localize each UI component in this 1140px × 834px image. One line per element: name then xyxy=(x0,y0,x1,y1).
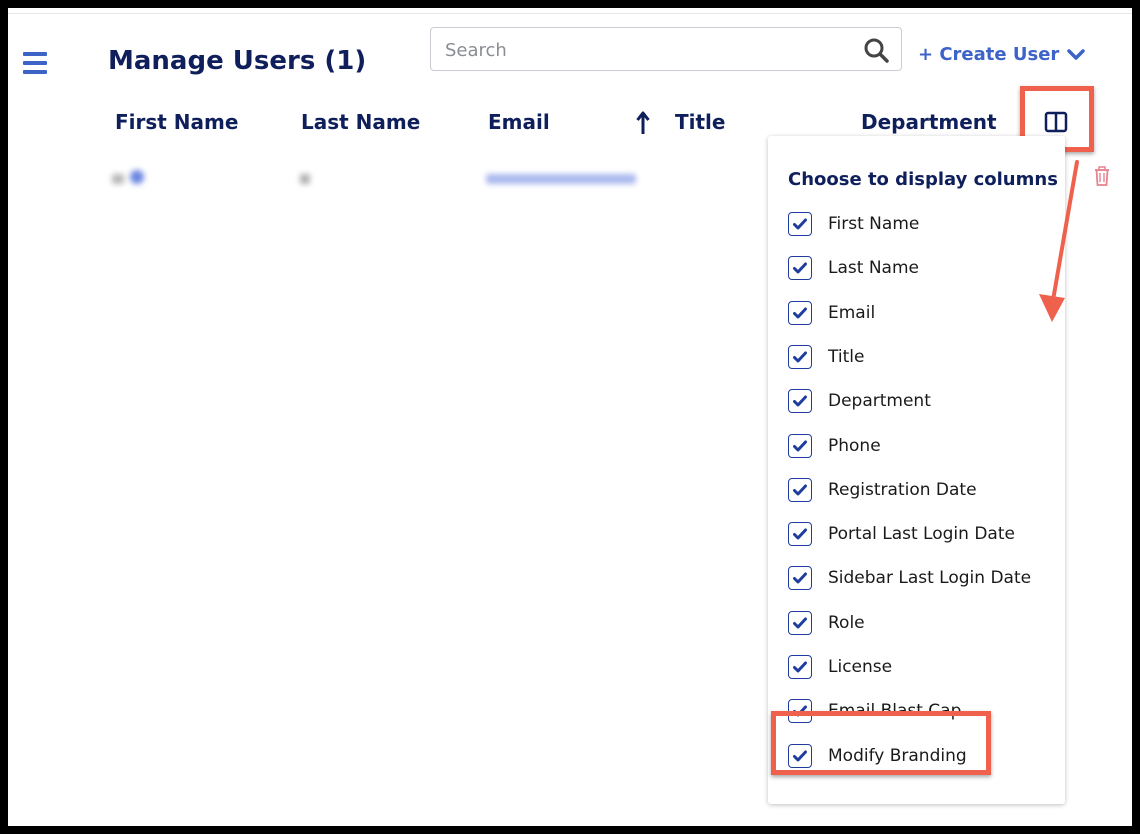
trash-icon[interactable] xyxy=(1093,166,1111,186)
hamburger-menu-icon[interactable] xyxy=(23,52,47,74)
checkmark-icon xyxy=(793,705,807,717)
column-option-label: Email Blast Cap xyxy=(828,701,962,722)
column-chooser-dropdown: Choose to display columns First Name Last… xyxy=(768,136,1065,804)
column-checkbox[interactable] xyxy=(788,566,812,591)
column-option[interactable]: Modify Branding xyxy=(788,742,967,770)
column-option[interactable]: First Name xyxy=(788,210,919,238)
column-option[interactable]: Email Blast Cap xyxy=(788,697,961,725)
column-option[interactable]: Registration Date xyxy=(788,476,977,504)
column-header-email[interactable]: Email xyxy=(488,110,550,134)
arrow-up-icon[interactable] xyxy=(636,111,650,135)
checkmark-icon xyxy=(793,484,807,496)
checkmark-icon xyxy=(793,572,807,584)
column-option[interactable]: Title xyxy=(788,343,864,371)
column-checkbox[interactable] xyxy=(788,743,812,768)
column-checkbox[interactable] xyxy=(788,655,812,679)
column-option[interactable]: Sidebar Last Login Date xyxy=(788,564,1031,592)
column-option[interactable]: Email xyxy=(788,299,875,327)
column-header-department[interactable]: Department xyxy=(861,110,997,134)
top-divider xyxy=(8,13,1132,14)
column-option-label: Role xyxy=(828,612,865,633)
chevron-down-icon xyxy=(1067,48,1086,60)
checkmark-icon xyxy=(793,528,807,540)
redacted-email xyxy=(486,170,636,188)
page-title: Manage Users (1) xyxy=(108,46,367,76)
columns-icon xyxy=(1044,111,1068,133)
checkmark-icon xyxy=(793,661,807,673)
column-option-label: Email xyxy=(828,302,876,323)
column-option[interactable]: Portal Last Login Date xyxy=(788,520,1015,548)
column-checkbox[interactable] xyxy=(788,212,812,236)
redacted-first-name xyxy=(112,170,144,188)
column-header-title[interactable]: Title xyxy=(675,110,725,134)
search-box[interactable] xyxy=(430,27,902,71)
column-option-label: Registration Date xyxy=(828,479,977,500)
redacted-last-name xyxy=(300,170,310,188)
column-checkbox[interactable] xyxy=(788,389,812,414)
column-option-label: First Name xyxy=(828,214,920,234)
dropdown-title: Choose to display columns xyxy=(788,169,1058,190)
column-checkbox[interactable] xyxy=(788,699,812,724)
checkmark-icon xyxy=(793,440,807,451)
column-option-label: Portal Last Login Date xyxy=(828,524,1015,545)
checkmark-icon xyxy=(793,351,807,363)
column-option-label: License xyxy=(828,657,893,677)
column-option[interactable]: License xyxy=(788,653,892,681)
checkmark-icon xyxy=(793,750,807,762)
column-header-last-name[interactable]: Last Name xyxy=(301,110,420,134)
checkmark-icon xyxy=(793,307,807,319)
column-option[interactable]: Phone xyxy=(788,432,881,460)
column-option[interactable]: Role xyxy=(788,609,865,637)
checkmark-icon xyxy=(793,617,807,629)
column-checkbox[interactable] xyxy=(788,477,812,502)
column-checkbox[interactable] xyxy=(788,522,812,547)
checkmark-icon xyxy=(793,218,807,230)
search-icon[interactable] xyxy=(863,37,889,63)
column-checkbox[interactable] xyxy=(788,256,812,281)
search-input[interactable] xyxy=(443,36,847,64)
create-user-label: + Create User xyxy=(918,44,1060,65)
column-option-label: Title xyxy=(828,346,865,367)
column-option[interactable]: Last Name xyxy=(788,254,919,282)
checkmark-icon xyxy=(793,262,807,274)
column-option-label: Modify Branding xyxy=(828,745,967,766)
column-checkbox[interactable] xyxy=(788,433,812,458)
checkmark-icon xyxy=(793,395,807,407)
column-checkbox[interactable] xyxy=(788,300,812,325)
app-frame: Manage Users (1) + Create User First Nam… xyxy=(8,8,1132,826)
column-option-label: Sidebar Last Login Date xyxy=(828,568,1032,589)
column-option-label: Department xyxy=(828,391,931,412)
column-option-label: Phone xyxy=(828,435,881,456)
column-header-first-name[interactable]: First Name xyxy=(115,110,238,134)
column-checkbox[interactable] xyxy=(788,610,812,635)
column-checkbox[interactable] xyxy=(788,344,812,369)
column-option[interactable]: Department xyxy=(788,387,931,415)
column-option-label: Last Name xyxy=(828,258,919,279)
create-user-button[interactable]: + Create User xyxy=(918,44,1086,65)
